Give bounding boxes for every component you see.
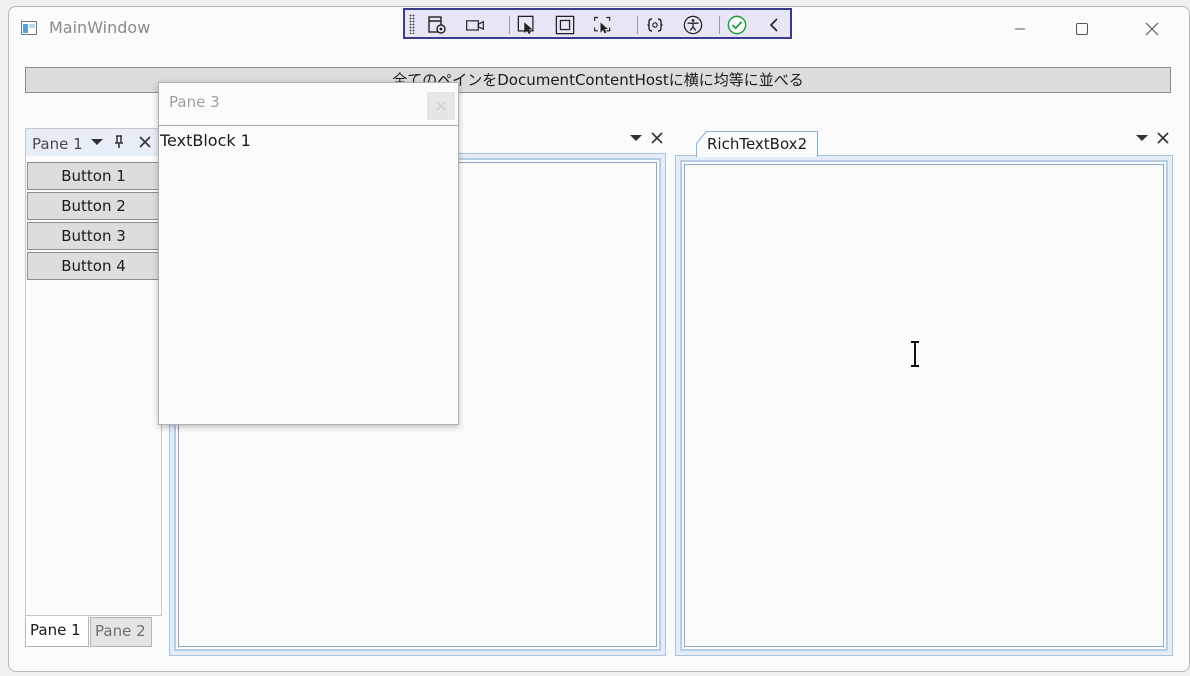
close-icon xyxy=(651,132,663,144)
document-pane-2-menu-button[interactable] xyxy=(1135,131,1149,145)
live-visual-tree-button[interactable] xyxy=(427,15,447,35)
pane-pin-button[interactable] xyxy=(112,135,126,149)
binding-failures-button[interactable] xyxy=(645,15,665,35)
floating-pane-close-button[interactable] xyxy=(427,92,455,120)
left-anchorable-pane: Pane 1 Button 1 Button 2 Button 3 Button… xyxy=(25,128,163,616)
document-pane-1-menu-button[interactable] xyxy=(629,131,643,145)
live-visual-tree-icon xyxy=(428,16,446,34)
pane-button-1[interactable]: Button 1 xyxy=(27,162,160,190)
toolbar-separator xyxy=(509,16,510,34)
select-element-icon xyxy=(517,15,534,35)
binding-failures-icon xyxy=(647,18,663,32)
pane-button-4[interactable]: Button 4 xyxy=(27,252,160,280)
accessibility-icon xyxy=(683,15,703,35)
bottom-tab-pane-1[interactable]: Pane 1 xyxy=(25,617,89,647)
dropdown-icon xyxy=(630,135,642,141)
close-icon xyxy=(139,136,151,148)
floating-pane-title: Pane 3 xyxy=(169,93,220,111)
document-tab-richtextbox2[interactable]: RichTextBox2 xyxy=(696,131,818,157)
minimize-button[interactable] xyxy=(997,7,1043,51)
toolbar-grip[interactable] xyxy=(409,14,415,34)
pane-close-button[interactable] xyxy=(138,135,152,149)
close-window-button[interactable] xyxy=(1129,7,1175,51)
pane-title: Pane 1 xyxy=(32,135,83,153)
track-focus-icon xyxy=(594,16,611,34)
document-pane-1-close-button[interactable] xyxy=(650,131,664,145)
toolbar-separator xyxy=(719,16,720,34)
dropdown-icon xyxy=(91,139,103,145)
pane-menu-button[interactable] xyxy=(90,135,104,149)
toolbar-separator xyxy=(637,16,638,34)
pane-header[interactable]: Pane 1 xyxy=(26,128,163,156)
text-cursor-icon xyxy=(911,341,919,367)
pin-icon xyxy=(115,135,123,148)
minimize-icon xyxy=(1015,28,1025,30)
display-layout-adorners-icon xyxy=(555,15,575,35)
app-icon xyxy=(21,21,37,35)
pane-button-2[interactable]: Button 2 xyxy=(27,192,160,220)
collapse-toolbar-button[interactable] xyxy=(765,15,785,35)
accessibility-button[interactable] xyxy=(683,15,703,35)
document-pane-2-close-button[interactable] xyxy=(1156,131,1170,145)
main-window: MainWindow 全てのペインをDocumentContentHostに横に… xyxy=(8,6,1190,672)
rich-text-box-2[interactable] xyxy=(680,160,1168,651)
text-block: TextBlock 1 xyxy=(160,131,251,150)
bottom-tab-pane-2[interactable]: Pane 2 xyxy=(90,617,152,647)
select-element-button[interactable] xyxy=(517,15,537,35)
close-icon xyxy=(1157,132,1169,144)
check-icon xyxy=(727,15,747,35)
track-focus-button[interactable] xyxy=(593,15,613,35)
record-button[interactable] xyxy=(465,15,485,35)
check-button[interactable] xyxy=(727,15,747,35)
window-title: MainWindow xyxy=(49,18,151,37)
debug-toolbar xyxy=(403,8,792,39)
tab-corner xyxy=(695,131,707,145)
dropdown-icon xyxy=(1136,135,1148,141)
close-icon xyxy=(1145,22,1159,36)
close-icon xyxy=(436,101,446,111)
record-icon xyxy=(466,20,484,31)
maximize-button[interactable] xyxy=(1059,7,1105,51)
divider xyxy=(159,125,458,126)
layout-adorners-button[interactable] xyxy=(555,15,575,35)
maximize-icon xyxy=(1076,23,1088,35)
floating-pane-3[interactable]: Pane 3 TextBlock 1 xyxy=(158,82,459,425)
document-pane-2 xyxy=(675,155,1173,656)
pane-button-3[interactable]: Button 3 xyxy=(27,222,160,250)
collapse-chevron-icon xyxy=(769,18,778,32)
